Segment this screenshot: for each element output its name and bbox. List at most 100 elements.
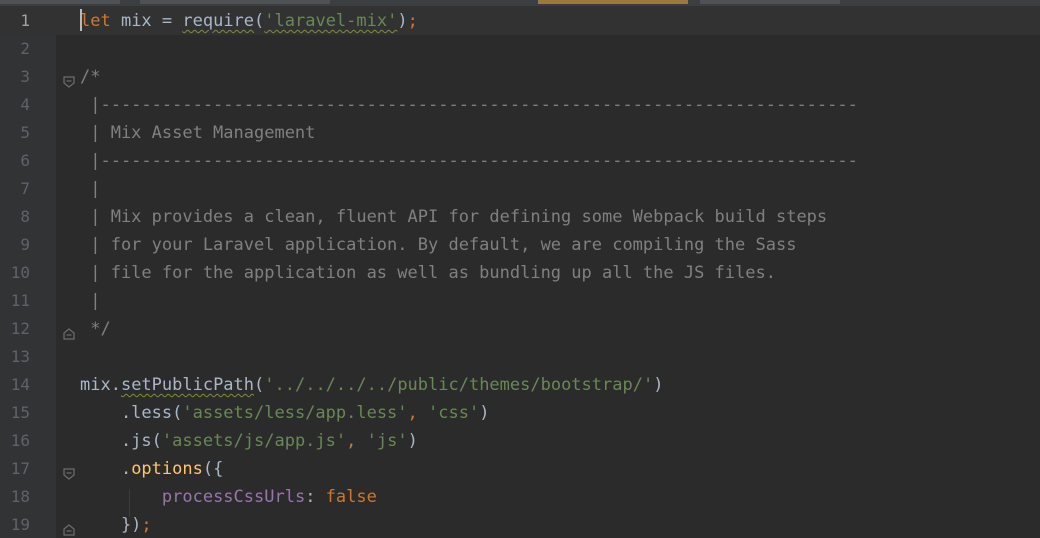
code-token: false: [325, 487, 377, 507]
line-number[interactable]: 11: [0, 287, 30, 315]
fold-close-icon[interactable]: [62, 518, 76, 536]
code-token: (: [254, 375, 265, 395]
line-number[interactable]: 19: [0, 511, 30, 538]
code-text[interactable]: | for your Laravel application. By defau…: [80, 231, 796, 259]
code-text[interactable]: |: [80, 175, 100, 203]
editor-tab-active[interactable]: [538, 0, 688, 4]
code-text[interactable]: let mix = require('laravel-mix');: [80, 7, 418, 35]
code-text[interactable]: |---------------------------------------…: [80, 147, 858, 175]
code-token: ,: [346, 431, 367, 451]
code-line[interactable]: 4 |-------------------------------------…: [0, 91, 1040, 119]
code-text[interactable]: .less('assets/less/app.less', 'css'): [80, 399, 490, 427]
code-line[interactable]: 16 .js('assets/js/app.js', 'js'): [0, 427, 1040, 455]
code-token: :: [305, 487, 326, 507]
code-line[interactable]: 3 /*: [0, 63, 1040, 91]
code-text[interactable]: /*: [80, 63, 100, 91]
code-token: .js(: [80, 431, 162, 451]
code-token: ({: [202, 459, 224, 479]
line-number[interactable]: 12: [0, 315, 30, 343]
code-token: |---------------------------------------…: [80, 95, 858, 115]
code-token: ): [407, 431, 418, 451]
fold-open-icon[interactable]: [62, 462, 76, 480]
code-line[interactable]: 8 | Mix provides a clean, fluent API for…: [0, 203, 1040, 231]
line-number[interactable]: 17: [0, 455, 30, 483]
code-token: processCssUrls: [161, 487, 306, 507]
line-number[interactable]: 8: [0, 203, 30, 231]
code-text[interactable]: });: [80, 511, 152, 538]
code-line[interactable]: 15 .less('assets/less/app.less', 'css'): [0, 399, 1040, 427]
editor-tab-strip[interactable]: [0, 0, 1040, 7]
code-token: ,: [407, 403, 429, 423]
code-token: | file for the application as well as bu…: [80, 263, 776, 283]
code-token: mix =: [110, 11, 183, 31]
code-line[interactable]: 19 });: [0, 511, 1040, 538]
line-number[interactable]: 2: [0, 35, 30, 63]
indent-guide: [129, 489, 130, 517]
code-text[interactable]: |---------------------------------------…: [80, 91, 858, 119]
editor-tab[interactable]: [0, 0, 120, 4]
code-line[interactable]: 18 processCssUrls: false: [0, 483, 1040, 511]
editor-tab[interactable]: [700, 0, 840, 4]
code-line[interactable]: 2: [0, 35, 1040, 63]
line-number[interactable]: 15: [0, 399, 30, 427]
code-text[interactable]: .js('assets/js/app.js', 'js'): [80, 427, 418, 455]
editor-tab[interactable]: [140, 0, 330, 4]
code-text[interactable]: | Mix provides a clean, fluent API for d…: [80, 203, 827, 231]
line-number[interactable]: 7: [0, 175, 30, 203]
line-number[interactable]: 3: [0, 63, 30, 91]
code-token: | Mix provides a clean, fluent API for d…: [80, 207, 828, 227]
code-token: |: [80, 291, 101, 311]
line-number[interactable]: 16: [0, 427, 30, 455]
line-number[interactable]: 5: [0, 119, 30, 147]
code-token: */: [80, 319, 111, 339]
code-token: |: [80, 179, 101, 199]
code-line[interactable]: 1 let mix = require('laravel-mix');: [0, 7, 1040, 35]
code-text[interactable]: */: [80, 315, 111, 343]
code-token: .less(: [80, 403, 183, 423]
code-line[interactable]: 13: [0, 343, 1040, 371]
code-text[interactable]: .options({: [80, 455, 223, 483]
code-text[interactable]: processCssUrls: false: [80, 483, 377, 511]
code-token: options: [131, 459, 203, 479]
line-number[interactable]: 4: [0, 91, 30, 119]
line-number[interactable]: 10: [0, 259, 30, 287]
code-token: ;: [407, 11, 418, 31]
code-line[interactable]: 9 | for your Laravel application. By def…: [0, 231, 1040, 259]
code-token: 'css': [428, 403, 480, 423]
code-line[interactable]: 7 |: [0, 175, 1040, 203]
code-line[interactable]: 6 |-------------------------------------…: [0, 147, 1040, 175]
code-text[interactable]: | Mix Asset Management: [80, 119, 315, 147]
code-editor[interactable]: 1 let mix = require('laravel-mix'); 2 3 /* 4 …: [0, 0, 1040, 538]
code-token: 'laravel-mix': [264, 11, 398, 31]
code-token: require: [182, 11, 255, 31]
code-token: 'assets/js/app.js': [161, 431, 347, 451]
line-number[interactable]: 9: [0, 231, 30, 259]
code-token: mix.: [80, 375, 121, 395]
code-line[interactable]: 17 .options({: [0, 455, 1040, 483]
line-number[interactable]: 13: [0, 343, 30, 371]
code-line[interactable]: 11 |: [0, 287, 1040, 315]
line-number[interactable]: 14: [0, 371, 30, 399]
code-text[interactable]: | file for the application as well as bu…: [80, 259, 776, 287]
fold-open-icon[interactable]: [62, 70, 76, 88]
line-number[interactable]: 1: [0, 7, 30, 35]
code-token: .: [80, 459, 132, 479]
code-token: 'assets/less/app.less': [182, 403, 408, 423]
code-token: }): [80, 515, 142, 535]
code-token: ;: [141, 515, 152, 535]
code-token: '../../../../public/themes/bootstrap/': [264, 375, 654, 395]
code-line[interactable]: 5 | Mix Asset Management: [0, 119, 1040, 147]
code-line[interactable]: 10 | file for the application as well as…: [0, 259, 1040, 287]
code-text[interactable]: |: [80, 287, 100, 315]
line-number[interactable]: 18: [0, 483, 30, 511]
line-number[interactable]: 6: [0, 147, 30, 175]
code-token: (: [254, 11, 265, 31]
code-line[interactable]: 12 */: [0, 315, 1040, 343]
code-line[interactable]: 14 mix.setPublicPath('../../../../public/…: [0, 371, 1040, 399]
fold-close-icon[interactable]: [62, 322, 76, 340]
code-token: 'js': [366, 431, 408, 451]
code-token: /*: [80, 67, 101, 87]
text-caret: [80, 9, 82, 31]
code-token: ): [397, 11, 408, 31]
code-text[interactable]: mix.setPublicPath('../../../../public/th…: [80, 371, 663, 399]
